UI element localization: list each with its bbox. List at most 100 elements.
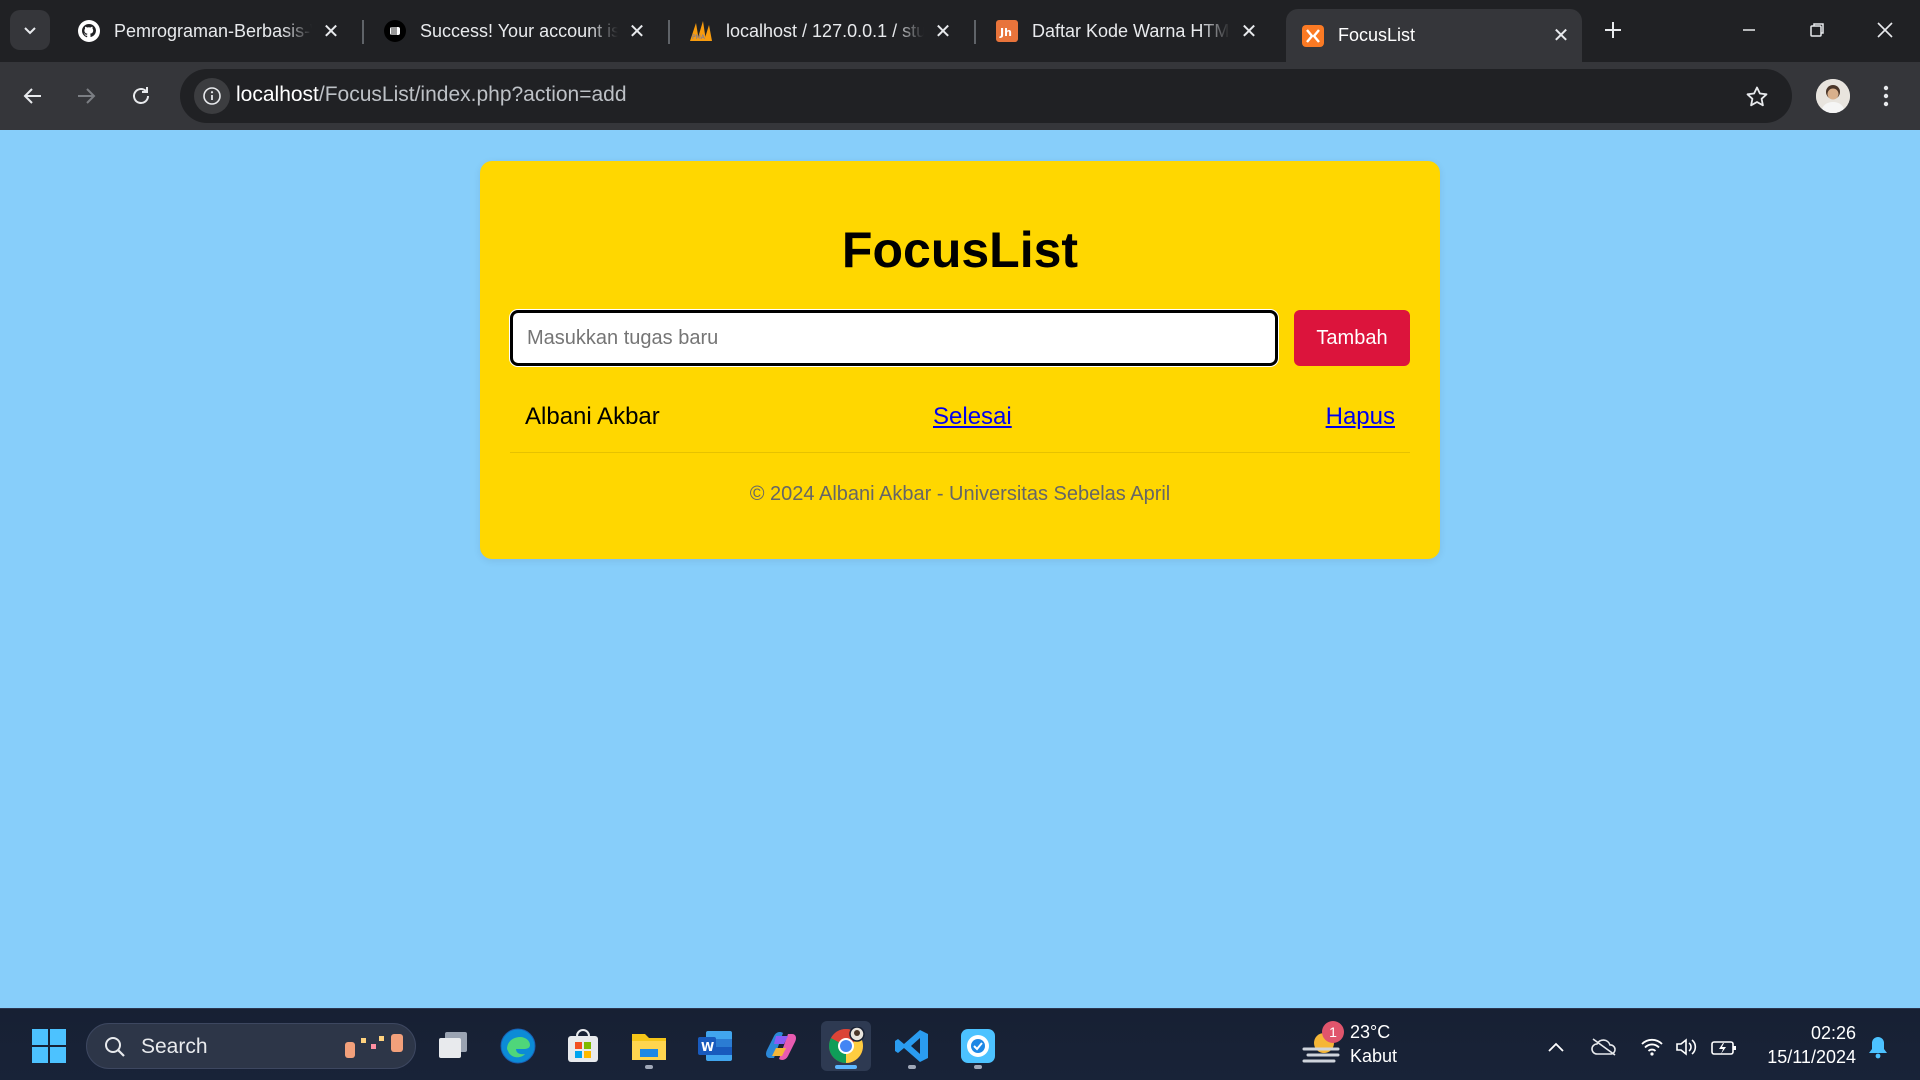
close-icon[interactable]: ✕ <box>930 18 956 44</box>
clock-date: 15/11/2024 <box>1767 1047 1856 1067</box>
taskbar-store[interactable] <box>558 1021 608 1071</box>
tab-phpmyadmin[interactable]: PMA localhost / 127.0.0.1 / stu ✕ <box>674 9 964 53</box>
phpmyadmin-icon: PMA <box>688 18 714 44</box>
footer-text: © 2024 Albani Akbar - Universitas Sebela… <box>749 483 1171 505</box>
running-indicator <box>908 1065 916 1069</box>
notifications-tray[interactable] <box>1864 1033 1892 1061</box>
running-indicator <box>974 1065 982 1069</box>
word-icon: W <box>698 1031 732 1061</box>
edge-icon <box>500 1028 536 1064</box>
add-task-button[interactable]: Tambah <box>1294 310 1410 366</box>
copilot-icon <box>766 1032 796 1060</box>
clock[interactable]: 02:26 15/11/2024 <box>1752 1021 1856 1069</box>
arrow-left-icon <box>23 88 41 104</box>
taskbar-search[interactable]: Search <box>86 1023 416 1069</box>
forward-button[interactable] <box>68 78 104 114</box>
kebab-menu-icon <box>1883 85 1889 107</box>
quick-assist-icon <box>961 1029 995 1063</box>
tab-separator <box>974 20 976 44</box>
site-info-icon[interactable] <box>194 78 230 114</box>
back-button[interactable] <box>15 78 51 114</box>
taskbar-word[interactable]: W <box>690 1021 740 1071</box>
restore-button[interactable] <box>1792 8 1842 52</box>
fist-icon <box>382 18 408 44</box>
tab-title: localhost / 127.0.0.1 / stu <box>726 20 924 41</box>
close-window-button[interactable] <box>1860 8 1910 52</box>
clock-time: 02:26 <box>1810 1023 1856 1043</box>
svg-text:W: W <box>701 1040 714 1054</box>
wifi-icon <box>1641 1038 1663 1056</box>
taskbar-edge[interactable] <box>493 1021 543 1071</box>
svg-text:PMA: PMA <box>692 34 706 41</box>
taskbar-vscode[interactable] <box>887 1021 937 1071</box>
speaker-icon <box>1676 1038 1697 1056</box>
chevron-down-icon <box>24 27 36 35</box>
tab-github[interactable]: Pemrograman-Berbasis-W ✕ <box>62 9 352 53</box>
search-label: Search <box>141 1035 208 1058</box>
tab-success-account[interactable]: Success! Your account is c ✕ <box>368 9 658 53</box>
active-indicator <box>835 1065 857 1069</box>
volume-tray[interactable] <box>1672 1033 1700 1061</box>
jh-icon: Jh <box>994 18 1020 44</box>
vscode-icon <box>895 1030 928 1062</box>
running-indicator <box>645 1065 653 1069</box>
reload-button[interactable] <box>123 78 159 114</box>
restore-icon <box>1810 23 1824 37</box>
close-icon[interactable]: ✕ <box>1236 18 1262 44</box>
task-name: Albani Akbar <box>525 403 660 430</box>
task-view-icon <box>439 1032 467 1058</box>
wifi-tray[interactable] <box>1638 1033 1666 1061</box>
taskbar-copilot[interactable] <box>756 1021 806 1071</box>
chevron-up-icon <box>1548 1042 1564 1052</box>
new-tab-button[interactable] <box>1595 12 1631 48</box>
url-text[interactable]: localhost/FocusList/index.php?action=add <box>236 83 627 107</box>
close-icon <box>1877 22 1893 38</box>
chrome-icon <box>829 1027 865 1063</box>
plus-icon <box>1605 22 1621 38</box>
tab-title: Daftar Kode Warna HTML <box>1032 20 1230 41</box>
taskbar-app-blue[interactable] <box>953 1021 1003 1071</box>
address-bar[interactable]: localhost/FocusList/index.php?action=add <box>180 69 1792 123</box>
bell-icon <box>1869 1037 1887 1059</box>
arrow-right-icon <box>78 88 96 104</box>
taskbar-chrome[interactable] <box>821 1021 871 1071</box>
url-host: localhost <box>236 83 319 106</box>
weather-widget[interactable]: 1 23°C Kabut <box>1300 1021 1420 1071</box>
tab-title: Pemrograman-Berbasis-W <box>114 20 312 41</box>
xampp-icon <box>1300 23 1326 49</box>
minimize-button[interactable] <box>1724 8 1774 52</box>
close-icon[interactable]: ✕ <box>1548 23 1574 49</box>
windows-logo-icon <box>32 1029 66 1063</box>
svg-text:Jh: Jh <box>999 26 1012 39</box>
tab-search-button[interactable] <box>10 10 50 50</box>
onedrive-tray[interactable] <box>1590 1033 1618 1061</box>
weather-temp: 23°C <box>1350 1022 1391 1042</box>
show-hidden-icons[interactable] <box>1542 1033 1570 1061</box>
new-task-input[interactable] <box>510 310 1278 366</box>
tab-focuslist[interactable]: FocusList ✕ <box>1286 9 1582 62</box>
tab-kode-warna[interactable]: Jh Daftar Kode Warna HTML ✕ <box>980 9 1270 53</box>
bookmark-star-icon[interactable] <box>1742 82 1772 112</box>
task-row: Albani Akbar Selesai Hapus <box>510 391 1410 453</box>
cloud-offline-icon <box>1591 1038 1616 1056</box>
mark-done-link[interactable]: Selesai <box>933 403 1012 431</box>
tab-title: Success! Your account is c <box>420 20 618 41</box>
profile-avatar[interactable] <box>1816 79 1850 113</box>
browser-tab-strip: Pemrograman-Berbasis-W ✕ Success! Your a… <box>0 0 1920 62</box>
microsoft-store-icon <box>568 1029 598 1062</box>
notification-badge: 1 <box>1322 1021 1344 1043</box>
browser-toolbar: localhost/FocusList/index.php?action=add <box>0 62 1920 130</box>
minimize-icon <box>1743 29 1755 31</box>
tab-separator <box>668 20 670 44</box>
delete-task-link[interactable]: Hapus <box>1326 403 1395 431</box>
start-button[interactable] <box>24 1021 74 1071</box>
taskbar-task-view[interactable] <box>428 1021 478 1071</box>
menu-button[interactable] <box>1870 80 1902 112</box>
close-icon[interactable]: ✕ <box>624 18 650 44</box>
taskbar-file-explorer[interactable] <box>624 1021 674 1071</box>
close-icon[interactable]: ✕ <box>318 18 344 44</box>
battery-tray[interactable] <box>1710 1033 1738 1061</box>
search-icon <box>105 1037 125 1057</box>
github-icon <box>76 18 102 44</box>
battery-charging-icon <box>1711 1041 1736 1055</box>
